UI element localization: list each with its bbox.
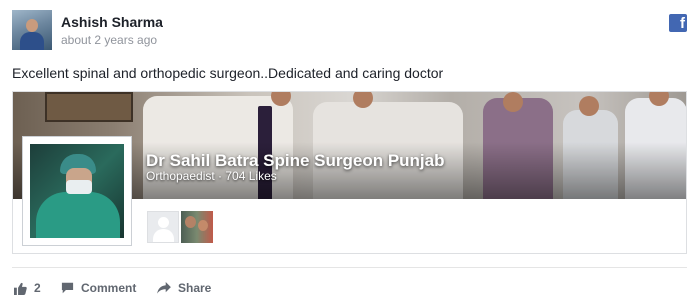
comment-icon — [61, 282, 74, 294]
thumbs-up-icon — [14, 282, 27, 295]
comment-label: Comment — [81, 281, 137, 295]
page-card[interactable]: Dr Sahil Batra Spine Surgeon Punjab Orth… — [12, 91, 687, 254]
post-timestamp[interactable]: about 2 years ago — [61, 33, 157, 47]
author-avatar[interactable] — [12, 10, 52, 50]
like-button[interactable]: 2 — [14, 279, 41, 297]
share-icon — [157, 282, 171, 294]
actions-divider — [12, 267, 687, 268]
author-name[interactable]: Ashish Sharma — [61, 14, 163, 30]
post-header: Ashish Sharma about 2 years ago f — [12, 10, 687, 52]
like-count: 2 — [34, 281, 41, 295]
share-button[interactable]: Share — [157, 279, 211, 297]
facebook-icon[interactable]: f — [669, 14, 687, 32]
page-title[interactable]: Dr Sahil Batra Spine Surgeon Punjab — [146, 151, 445, 171]
page-subtitle: Orthopaedist · 704 Likes — [146, 169, 277, 183]
page-profile-picture[interactable] — [22, 136, 132, 246]
post-text: Excellent spinal and orthopedic surgeon.… — [12, 65, 444, 81]
comment-button[interactable]: Comment — [61, 279, 136, 297]
friend-avatar[interactable] — [181, 211, 213, 243]
default-avatar-icon[interactable] — [147, 211, 179, 243]
share-label: Share — [178, 281, 212, 295]
